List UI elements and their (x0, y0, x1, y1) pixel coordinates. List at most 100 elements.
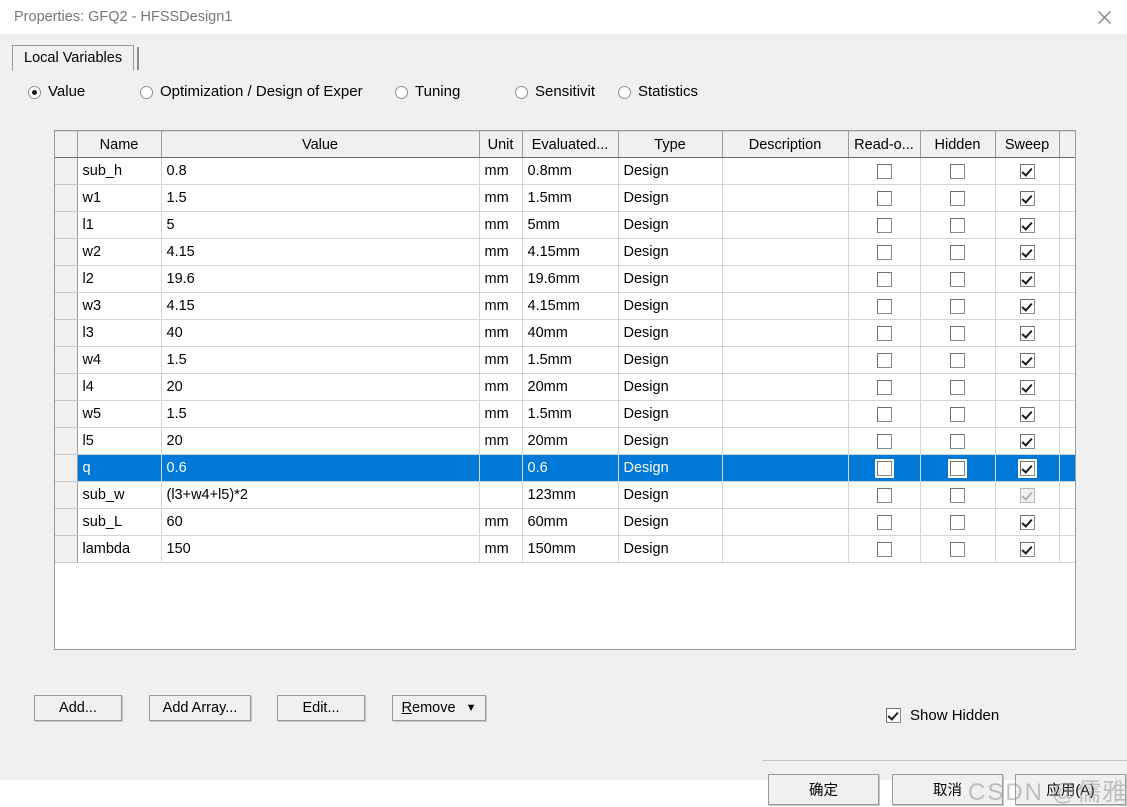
hidden-checkbox[interactable] (950, 514, 965, 530)
hidden-checkbox[interactable] (950, 433, 965, 449)
cell-type[interactable]: Design (618, 184, 723, 212)
hidden-checkbox-cell[interactable] (920, 481, 996, 509)
sweep-checkbox[interactable] (1019, 352, 1035, 368)
row-header-cell[interactable] (55, 184, 78, 212)
hidden-checkbox-cell[interactable] (920, 184, 996, 212)
read-only-checkbox[interactable] (874, 458, 894, 478)
cell-value[interactable]: (l3+w4+l5)*2 (161, 481, 480, 509)
hidden-checkbox-cell[interactable] (920, 373, 996, 401)
cell-description[interactable] (722, 373, 849, 401)
cell-unit[interactable]: mm (479, 508, 523, 536)
table-row[interactable]: l3 40 mm 40mm Design (55, 319, 1075, 347)
hidden-checkbox[interactable] (950, 406, 965, 422)
sweep-checkbox[interactable] (1019, 163, 1035, 179)
cell-type[interactable]: Design (618, 238, 723, 266)
row-header-cell[interactable] (55, 427, 78, 455)
cell-value[interactable]: 150 (161, 535, 480, 563)
hidden-checkbox-cell[interactable] (920, 238, 996, 266)
sweep-checkbox-cell[interactable] (995, 292, 1060, 320)
read-only-checkbox-cell[interactable] (848, 319, 921, 347)
hidden-checkbox-cell[interactable] (920, 292, 996, 320)
hidden-checkbox[interactable] (950, 244, 965, 260)
sweep-checkbox[interactable] (1019, 406, 1035, 422)
cell-name[interactable]: w2 (77, 238, 162, 266)
cell-description[interactable] (722, 157, 849, 185)
column-header-description[interactable]: Description (722, 131, 849, 158)
cell-type[interactable]: Design (618, 427, 723, 455)
read-only-checkbox-cell[interactable] (848, 535, 921, 563)
hidden-checkbox-cell[interactable] (920, 535, 996, 563)
hidden-checkbox-cell[interactable] (920, 508, 996, 536)
apply-button[interactable]: 应用(A) (1015, 774, 1126, 805)
cell-type[interactable]: Design (618, 346, 723, 374)
cell-value[interactable]: 0.6 (161, 454, 480, 482)
cancel-button[interactable]: 取消 (892, 774, 1003, 805)
hidden-checkbox[interactable] (950, 163, 965, 179)
cell-name[interactable]: l2 (77, 265, 162, 293)
sweep-checkbox-cell[interactable] (995, 184, 1060, 212)
column-header-value[interactable]: Value (161, 131, 480, 158)
row-header-cell[interactable] (55, 265, 78, 293)
hidden-checkbox[interactable] (950, 190, 965, 206)
read-only-checkbox[interactable] (876, 433, 892, 449)
hidden-checkbox[interactable] (950, 298, 965, 314)
hidden-checkbox[interactable] (950, 379, 965, 395)
sweep-checkbox-cell[interactable] (995, 157, 1060, 185)
cell-description[interactable] (722, 454, 849, 482)
read-only-checkbox-cell[interactable] (848, 157, 921, 185)
cell-value[interactable]: 1.5 (161, 346, 480, 374)
row-header-cell[interactable] (55, 454, 78, 482)
cell-name[interactable]: w5 (77, 400, 162, 428)
cell-value[interactable]: 19.6 (161, 265, 480, 293)
cell-name[interactable]: sub_h (77, 157, 162, 185)
hidden-checkbox[interactable] (950, 352, 965, 368)
cell-unit[interactable]: mm (479, 427, 523, 455)
cell-type[interactable]: Design (618, 400, 723, 428)
cell-description[interactable] (722, 319, 849, 347)
add-array-button[interactable]: Add Array... (149, 695, 251, 721)
cell-type[interactable]: Design (618, 508, 723, 536)
variables-grid-panel[interactable]: Name Value Unit Evaluated... Type Descri… (54, 130, 1076, 650)
cell-value[interactable]: 5 (161, 211, 480, 239)
hidden-checkbox-cell[interactable] (920, 454, 996, 482)
table-row[interactable]: l2 19.6 mm 19.6mm Design (55, 265, 1075, 293)
cell-value[interactable]: 4.15 (161, 238, 480, 266)
show-hidden-checkbox[interactable]: Show Hidden (886, 707, 999, 724)
cell-description[interactable] (722, 508, 849, 536)
table-row[interactable]: sub_w (l3+w4+l5)*2 123mm Design (55, 481, 1075, 509)
tab-local-variables[interactable]: Local Variables (12, 45, 135, 71)
table-row[interactable]: w1 1.5 mm 1.5mm Design (55, 184, 1075, 212)
hidden-checkbox-cell[interactable] (920, 427, 996, 455)
sweep-checkbox[interactable] (1019, 325, 1035, 341)
cell-type[interactable]: Design (618, 535, 723, 563)
sweep-checkbox[interactable] (1019, 379, 1035, 395)
close-icon[interactable] (1081, 0, 1127, 34)
read-only-checkbox[interactable] (876, 217, 892, 233)
cell-unit[interactable]: mm (479, 292, 523, 320)
cell-unit[interactable]: mm (479, 184, 523, 212)
sweep-checkbox-cell[interactable] (995, 454, 1060, 482)
cell-unit[interactable]: mm (479, 238, 523, 266)
row-header-cell[interactable] (55, 481, 78, 509)
hidden-checkbox[interactable] (950, 325, 965, 341)
table-row[interactable]: w4 1.5 mm 1.5mm Design (55, 346, 1075, 374)
read-only-checkbox-cell[interactable] (848, 211, 921, 239)
column-header-name[interactable]: Name (77, 131, 162, 158)
row-header-cell[interactable] (55, 211, 78, 239)
sweep-checkbox[interactable] (1019, 298, 1035, 314)
sweep-checkbox-cell[interactable] (995, 427, 1060, 455)
table-row[interactable]: w2 4.15 mm 4.15mm Design (55, 238, 1075, 266)
hidden-checkbox-cell[interactable] (920, 265, 996, 293)
row-header-cell[interactable] (55, 535, 78, 563)
table-row[interactable]: q 0.6 0.6 Design (55, 454, 1075, 482)
cell-name[interactable]: lambda (77, 535, 162, 563)
table-row[interactable]: w3 4.15 mm 4.15mm Design (55, 292, 1075, 320)
sweep-checkbox-cell[interactable] (995, 211, 1060, 239)
column-header-spare[interactable] (1059, 131, 1075, 158)
hidden-checkbox[interactable] (950, 271, 965, 287)
read-only-checkbox-cell[interactable] (848, 346, 921, 374)
cell-type[interactable]: Design (618, 373, 723, 401)
cell-unit[interactable]: mm (479, 373, 523, 401)
sweep-checkbox[interactable] (1019, 514, 1035, 530)
radio-tuning[interactable]: Tuning (395, 84, 515, 100)
